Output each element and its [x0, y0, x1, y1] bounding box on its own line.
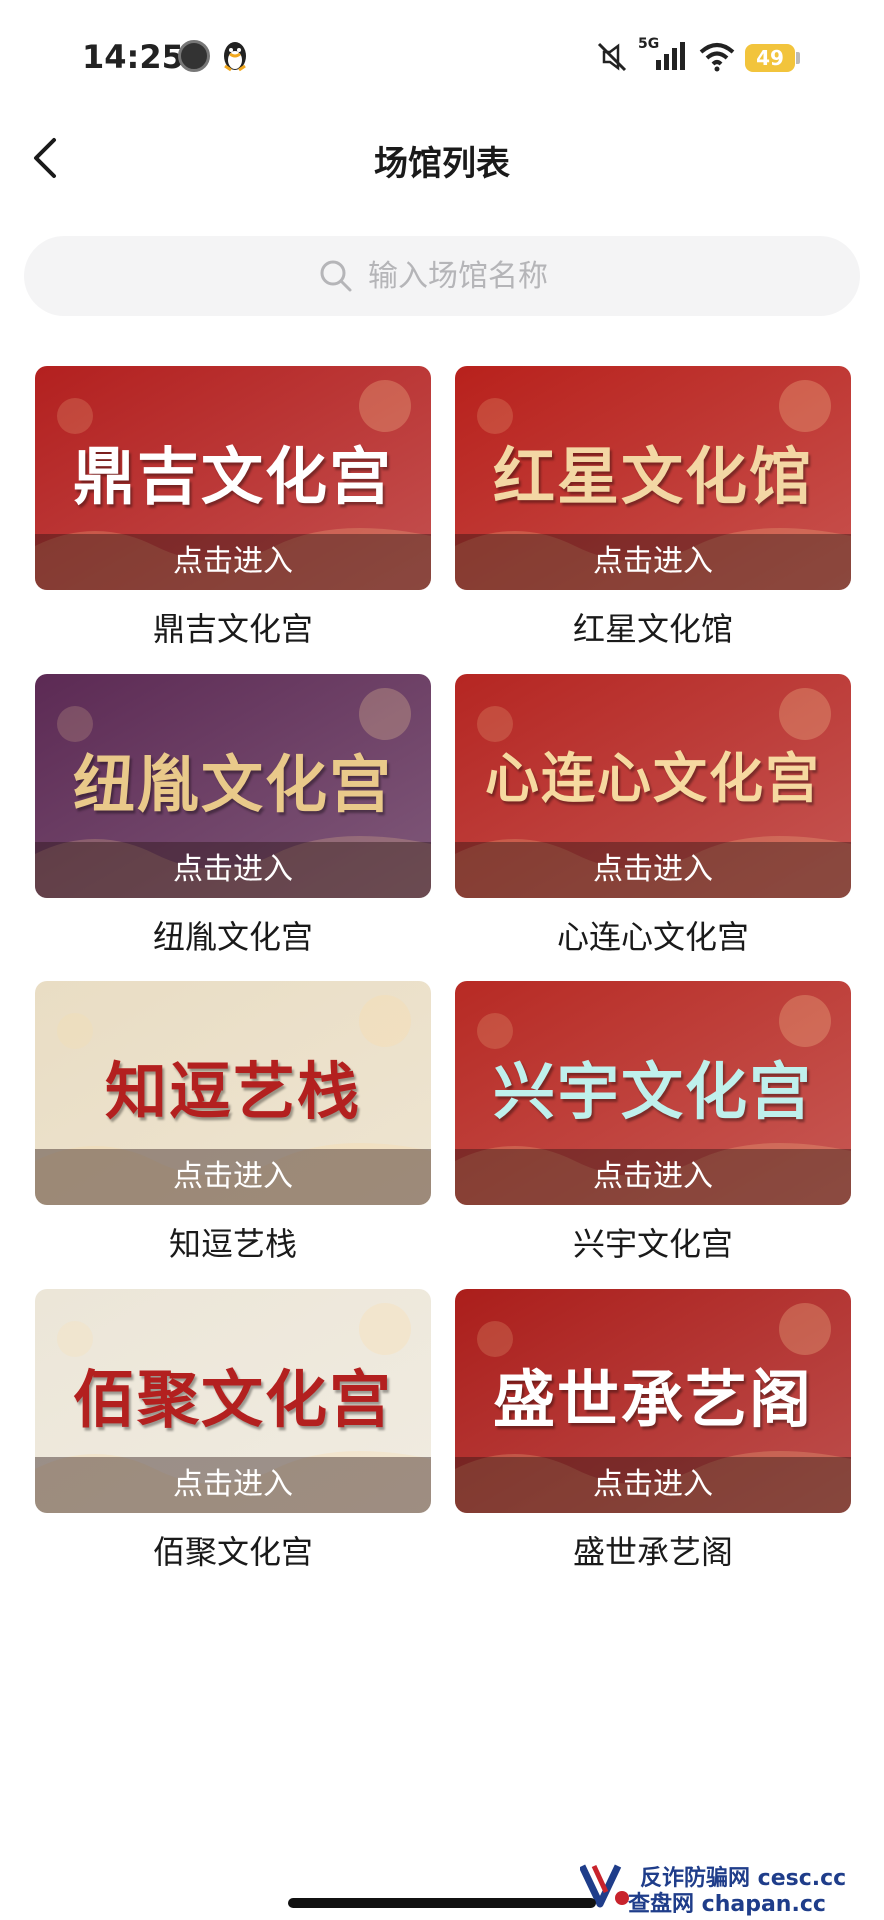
banner-title: 纽胤文化宫 — [72, 748, 393, 821]
header: 场馆列表 — [0, 120, 884, 200]
banner-title: 盛世承艺阁 — [492, 1363, 813, 1436]
banner-title: 心连心文化宫 — [485, 746, 821, 810]
banner-title: 佰聚文化宫 — [72, 1363, 393, 1436]
venue-name: 佰聚文化宫 — [152, 1533, 313, 1571]
venue-card[interactable]: 心连心文化宫 点击进入 心连心文化宫 — [455, 674, 851, 958]
banner-title: 红星文化馆 — [492, 440, 813, 513]
venue-card[interactable]: 兴宇文化宫 点击进入 兴宇文化宫 — [455, 981, 851, 1265]
mute-icon — [597, 42, 627, 72]
venue-name: 鼎吉文化宫 — [152, 610, 313, 648]
venue-card[interactable]: 知逗艺栈 点击进入 知逗艺栈 — [35, 981, 431, 1265]
enter-button[interactable]: 点击进入 — [35, 1149, 431, 1205]
venue-name: 知逗艺栈 — [168, 1225, 297, 1263]
search-icon — [320, 260, 352, 292]
search-box[interactable] — [24, 236, 860, 316]
venue-card[interactable]: 盛世承艺阁 点击进入 盛世承艺阁 — [455, 1289, 851, 1573]
venue-card[interactable]: 鼎吉文化宫 点击进入 鼎吉文化宫 — [35, 366, 431, 650]
enter-button[interactable]: 点击进入 — [35, 1457, 431, 1513]
status-time: 14:25 — [82, 38, 184, 76]
venue-name: 红星文化馆 — [572, 610, 733, 648]
watermark-line2: 查盘网 chapan.cc — [628, 1892, 826, 1917]
clock-icon — [178, 40, 210, 72]
enter-button[interactable]: 点击进入 — [455, 534, 851, 590]
venue-card[interactable]: 红星文化馆 点击进入 红星文化馆 — [455, 366, 851, 650]
enter-button[interactable]: 点击进入 — [455, 1457, 851, 1513]
enter-button[interactable]: 点击进入 — [35, 842, 431, 898]
venue-banner[interactable]: 佰聚文化宫 点击进入 — [35, 1289, 431, 1513]
venue-card[interactable]: 佰聚文化宫 点击进入 佰聚文化宫 — [35, 1289, 431, 1573]
battery-icon: 49 — [745, 44, 795, 72]
enter-button[interactable]: 点击进入 — [455, 842, 851, 898]
page-title: 场馆列表 — [374, 144, 510, 184]
venue-banner[interactable]: 鼎吉文化宫 点击进入 — [35, 366, 431, 590]
venue-name: 兴宇文化宫 — [572, 1225, 733, 1263]
watermark: 反诈防骗网 cesc.cc 查盘网 chapan.cc — [580, 1856, 846, 1917]
banner-title: 兴宇文化宫 — [492, 1055, 813, 1128]
venue-banner[interactable]: 心连心文化宫点击进入 — [455, 674, 851, 898]
venue-banner[interactable]: 纽胤文化宫 点击进入 — [35, 674, 431, 898]
banner-title: 知逗艺栈 — [104, 1055, 361, 1128]
enter-button[interactable]: 点击进入 — [35, 534, 431, 590]
banner-title: 鼎吉文化宫 — [72, 440, 393, 513]
venue-list-screen: 14:25 5G 49 场馆列表 输入场馆名称 鼎吉文化宫 点击进入 鼎吉文化宫… — [0, 0, 884, 1920]
venue-name: 盛世承艺阁 — [572, 1533, 733, 1571]
venue-banner[interactable]: 知逗艺栈 点击进入 — [35, 981, 431, 1205]
enter-button[interactable]: 点击进入 — [455, 1149, 851, 1205]
signal-icon — [656, 42, 685, 70]
qq-penguin-icon — [224, 42, 246, 72]
search-input[interactable] — [368, 250, 808, 302]
wifi-icon — [699, 43, 735, 72]
home-indicator[interactable] — [288, 1898, 596, 1908]
venue-banner[interactable]: 红星文化馆 点击进入 — [455, 366, 851, 590]
venue-name: 心连心文化宫 — [556, 918, 749, 956]
venue-card[interactable]: 纽胤文化宫 点击进入 纽胤文化宫 — [35, 674, 431, 958]
battery-tip — [796, 52, 800, 64]
venue-name: 纽胤文化宫 — [152, 918, 313, 956]
venue-banner[interactable]: 兴宇文化宫 点击进入 — [455, 981, 851, 1205]
venue-banner[interactable]: 盛世承艺阁 点击进入 — [455, 1289, 851, 1513]
status-bar: 14:25 5G 49 — [0, 0, 884, 120]
